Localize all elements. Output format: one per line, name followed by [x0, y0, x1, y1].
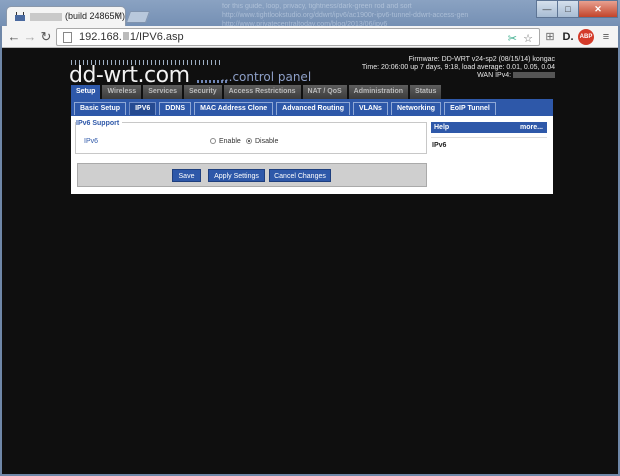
- tab-setup[interactable]: Setup: [71, 85, 101, 99]
- help-header: Help more...: [431, 122, 547, 133]
- back-icon[interactable]: ←: [6, 29, 22, 45]
- firmware-text: Firmware: DD-WRT v24-sp2 (08/15/14) kong…: [408, 56, 555, 63]
- chrome-menu-icon[interactable]: ≡: [598, 29, 614, 45]
- save-button[interactable]: Save: [172, 169, 201, 182]
- url-redacted: [122, 32, 129, 40]
- router-favicon-icon: [15, 12, 25, 21]
- help-item-ipv6: IPv6: [432, 142, 447, 149]
- forward-icon[interactable]: →: [22, 29, 38, 45]
- subtab-ipv6[interactable]: IPV6: [129, 102, 157, 115]
- subtab-vlans[interactable]: VLANs: [352, 102, 388, 115]
- button-bar: Save Apply Settings Cancel Changes: [77, 163, 427, 187]
- router-status-info: Firmware: DD-WRT v24-sp2 (08/15/14) kong…: [362, 56, 555, 80]
- tab-nat-qos[interactable]: NAT / QoS: [302, 85, 347, 99]
- tab-access-restrictions[interactable]: Access Restrictions: [223, 85, 301, 99]
- url-text[interactable]: 192.168. 1/IPV6.asp: [79, 31, 184, 43]
- disable-radio[interactable]: [246, 138, 252, 144]
- enable-label[interactable]: Enable: [219, 138, 241, 145]
- bookmark-star-icon[interactable]: ☆: [523, 32, 533, 45]
- new-tab-button[interactable]: [125, 11, 151, 23]
- subtab-ddns[interactable]: DDNS: [159, 102, 192, 115]
- enable-radio[interactable]: [210, 138, 216, 144]
- background-line-1: for this guide, loop, privacy, tightness…: [222, 3, 412, 10]
- wan-ip-row: WAN IPv4:: [362, 72, 555, 80]
- wan-ip-redacted: [513, 72, 555, 79]
- help-more-link[interactable]: more...: [520, 122, 543, 133]
- cancel-changes-button[interactable]: Cancel Changes: [269, 169, 331, 182]
- ipv6-support-fieldset: IPv6 Support IPv6 Enable Disable: [75, 120, 427, 154]
- tab-title-redacted: [30, 13, 62, 21]
- main-menu: Setup Wireless Services Security Access …: [71, 85, 553, 99]
- apply-settings-button[interactable]: Apply Settings: [208, 169, 265, 182]
- subtab-advanced-routing[interactable]: Advanced Routing: [276, 102, 350, 115]
- uptime-text: Time: 20:06:00 up 7 days, 9:18, load ave…: [361, 64, 555, 71]
- browser-toolbar: ← → ↻ 192.168. 1/IPV6.asp ✂ ☆ ⊞ D. ABP ≡: [2, 26, 618, 48]
- control-panel-label: ...control panel: [221, 70, 312, 84]
- subtab-networking[interactable]: Networking: [390, 102, 442, 115]
- adblock-icon[interactable]: ABP: [578, 29, 594, 45]
- tab-status[interactable]: Status: [410, 85, 442, 99]
- disable-label[interactable]: Disable: [255, 138, 278, 145]
- url-prefix: 192.168.: [79, 31, 122, 43]
- tab-close-icon[interactable]: ×: [114, 10, 120, 21]
- url-suffix: 1/IPV6.asp: [129, 31, 184, 43]
- section-title: IPv6 Support: [76, 120, 123, 127]
- maximize-button[interactable]: □: [557, 0, 579, 18]
- help-box: Help more... IPv6: [431, 122, 547, 182]
- tab-administration[interactable]: Administration: [348, 85, 409, 99]
- disconnect-extension-icon[interactable]: D.: [560, 29, 576, 45]
- window-titlebar: for this guide, loop, privacy, tightness…: [0, 0, 620, 29]
- help-divider: [431, 137, 547, 138]
- wan-label: WAN IPv4:: [477, 72, 512, 79]
- subtab-mac-address-clone[interactable]: MAC Address Clone: [194, 102, 274, 115]
- extension-icon[interactable]: ⊞: [542, 29, 558, 45]
- translate-icon[interactable]: ✂: [508, 32, 517, 45]
- address-bar[interactable]: 192.168. 1/IPV6.asp ✂ ☆: [56, 28, 540, 46]
- tab-wireless[interactable]: Wireless: [102, 85, 142, 99]
- page-viewport: dd-wrt.com ...control panel Firmware: DD…: [2, 48, 618, 474]
- page-icon: [63, 32, 72, 43]
- help-title: Help: [434, 124, 450, 131]
- background-window-text: for this guide, loop, privacy, tightness…: [222, 2, 552, 29]
- content-panel: IPv6 Support IPv6 Enable Disable Save Ap…: [71, 116, 553, 194]
- background-line-2: http://www.tightlookstudio.org/ddwrt/ipv…: [222, 12, 469, 19]
- ipv6-field-label: IPv6: [84, 138, 99, 145]
- tab-services[interactable]: Services: [143, 85, 182, 99]
- subtab-eoip-tunnel[interactable]: EoIP Tunnel: [444, 102, 496, 115]
- subtab-basic-setup[interactable]: Basic Setup: [74, 102, 127, 115]
- browser-tab[interactable]: (build 24865M) ×: [6, 6, 126, 27]
- tab-security[interactable]: Security: [184, 85, 222, 99]
- minimize-button[interactable]: —: [536, 0, 558, 18]
- window-controls: — □ ✕: [536, 0, 618, 18]
- sub-menu: Basic Setup IPV6 DDNS MAC Address Clone …: [71, 99, 553, 116]
- close-window-button[interactable]: ✕: [578, 0, 618, 18]
- reload-icon[interactable]: ↻: [38, 29, 54, 45]
